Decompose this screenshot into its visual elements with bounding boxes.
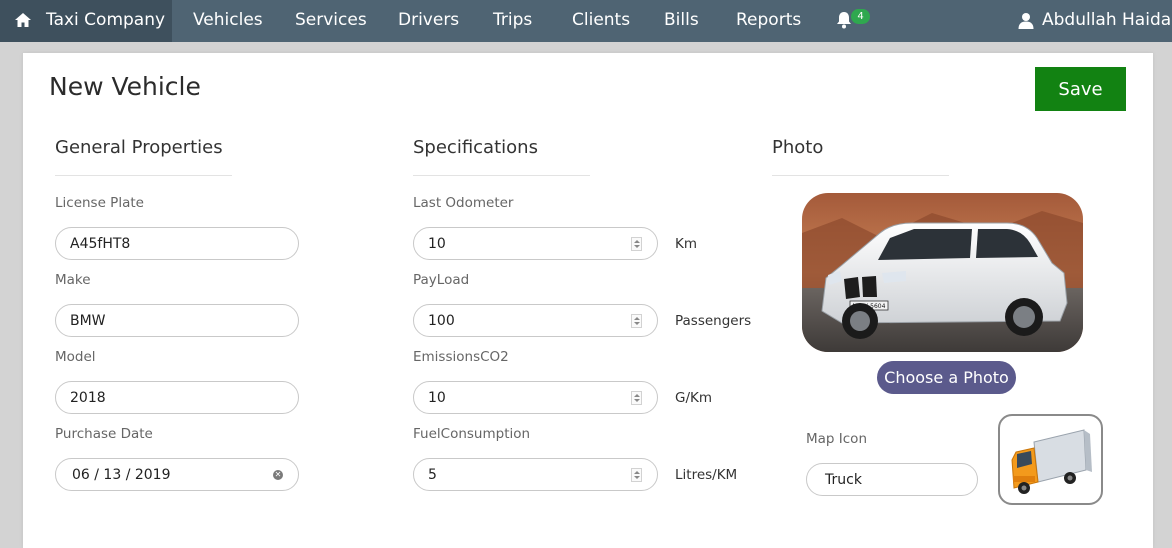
license-plate-value: A45fHT8 [70, 236, 131, 252]
emissions-label: EmissionsCO2 [413, 349, 509, 365]
purchase-date-label: Purchase Date [55, 426, 153, 442]
map-icon-preview[interactable] [998, 414, 1103, 505]
purchase-date-value: 06 / 13 / 2019 [72, 467, 171, 483]
photo-heading: Photo [772, 137, 824, 158]
nav-vehicles[interactable]: Vehicles [193, 10, 263, 30]
make-value: BMW [70, 313, 106, 329]
top-navbar: Taxi Company Vehicles Services Drivers T… [0, 0, 1172, 42]
map-icon-label: Map Icon [806, 431, 868, 447]
brand-link[interactable]: Taxi Company [0, 0, 172, 42]
last-odometer-input[interactable]: 10 [413, 227, 658, 260]
emissions-input[interactable]: 10 [413, 381, 658, 414]
model-value: 2018 [70, 390, 106, 406]
fuel-spinner[interactable] [631, 468, 642, 482]
payload-value: 100 [428, 313, 455, 329]
payload-label: PayLoad [413, 272, 470, 288]
nav-bills[interactable]: Bills [664, 10, 699, 30]
vehicle-photo: M HX 5604 [802, 193, 1083, 352]
license-plate-label: License Plate [55, 195, 144, 211]
nav-drivers[interactable]: Drivers [398, 10, 459, 30]
choose-photo-button[interactable]: Choose a Photo [877, 361, 1016, 394]
fuel-consumption-label: FuelConsumption [413, 426, 531, 442]
nav-trips[interactable]: Trips [493, 10, 532, 30]
user-menu[interactable]: Abdullah Haidar [1042, 10, 1172, 30]
make-label: Make [55, 272, 91, 288]
fuel-consumption-value: 5 [428, 467, 437, 483]
map-icon-value: Truck [825, 472, 862, 488]
nav-services[interactable]: Services [295, 10, 367, 30]
photo-divider [772, 175, 949, 176]
page-title: New Vehicle [49, 72, 201, 101]
clear-date-icon[interactable]: ✕ [273, 470, 283, 480]
nav-clients[interactable]: Clients [572, 10, 630, 30]
license-plate-input[interactable]: A45fHT8 [55, 227, 299, 260]
user-icon [1018, 13, 1034, 29]
specifications-divider [413, 175, 590, 176]
purchase-date-input[interactable]: 06 / 13 / 2019 ✕ [55, 458, 299, 491]
nav-reports[interactable]: Reports [736, 10, 801, 30]
payload-input[interactable]: 100 [413, 304, 658, 337]
emissions-spinner[interactable] [631, 391, 642, 405]
last-odometer-label: Last Odometer [413, 195, 514, 211]
general-properties-heading: General Properties [55, 137, 223, 158]
fuel-consumption-input[interactable]: 5 [413, 458, 658, 491]
notification-badge: 4 [851, 9, 870, 24]
make-input[interactable]: BMW [55, 304, 299, 337]
odometer-unit: Km [675, 236, 698, 252]
payload-spinner[interactable] [631, 314, 642, 328]
fuel-unit: Litres/KM [675, 467, 738, 483]
model-input[interactable]: 2018 [55, 381, 299, 414]
emissions-unit: G/Km [675, 390, 713, 406]
specifications-heading: Specifications [413, 137, 538, 158]
last-odometer-value: 10 [428, 236, 446, 252]
bell-icon[interactable] [836, 11, 852, 29]
odometer-spinner[interactable] [631, 237, 642, 251]
brand-label: Taxi Company [46, 10, 166, 30]
home-icon [15, 13, 31, 27]
emissions-value: 10 [428, 390, 446, 406]
truck-icon [1011, 429, 1092, 494]
payload-unit: Passengers [675, 313, 752, 329]
map-icon-input[interactable]: Truck [806, 463, 978, 496]
save-button[interactable]: Save [1035, 67, 1126, 111]
vehicle-photo-image: M HX 5604 [802, 193, 1083, 352]
model-label: Model [55, 349, 96, 365]
general-divider [55, 175, 232, 176]
